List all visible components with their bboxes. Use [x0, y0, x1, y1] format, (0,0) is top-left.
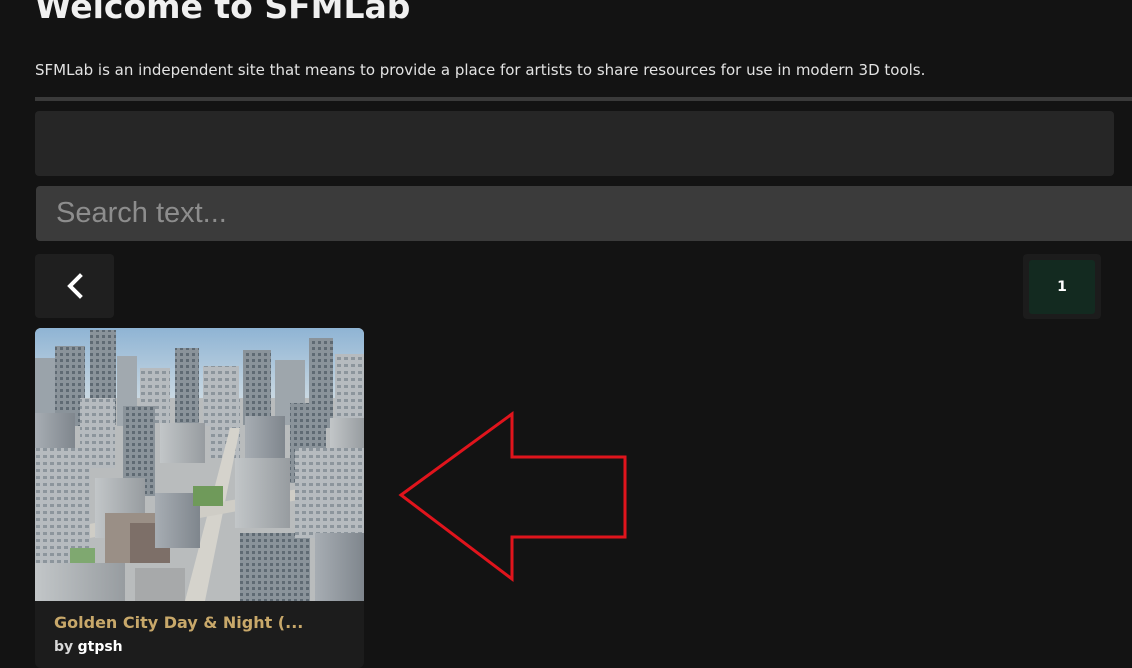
- result-card[interactable]: Golden City Day & Night (... by gtpsh: [35, 328, 364, 668]
- red-arrow-annotation-icon: [398, 411, 627, 583]
- by-label: by: [54, 639, 74, 655]
- header-divider: [35, 97, 1132, 101]
- filter-panel: [35, 111, 1114, 176]
- search-input[interactable]: [36, 186, 1132, 241]
- page-number-button[interactable]: 1: [1029, 259, 1095, 314]
- pagination-current: 1: [1023, 254, 1101, 319]
- previous-page-button[interactable]: [35, 254, 114, 318]
- result-card-author: by gtpsh: [54, 639, 123, 655]
- author-name[interactable]: gtpsh: [78, 639, 123, 655]
- result-thumbnail: [35, 328, 364, 601]
- site-description: SFMLab is an independent site that means…: [35, 61, 926, 79]
- chevron-left-icon: [66, 273, 83, 299]
- result-card-title[interactable]: Golden City Day & Night (...: [54, 613, 303, 632]
- page-title: Welcome to SFMLab: [35, 0, 411, 26]
